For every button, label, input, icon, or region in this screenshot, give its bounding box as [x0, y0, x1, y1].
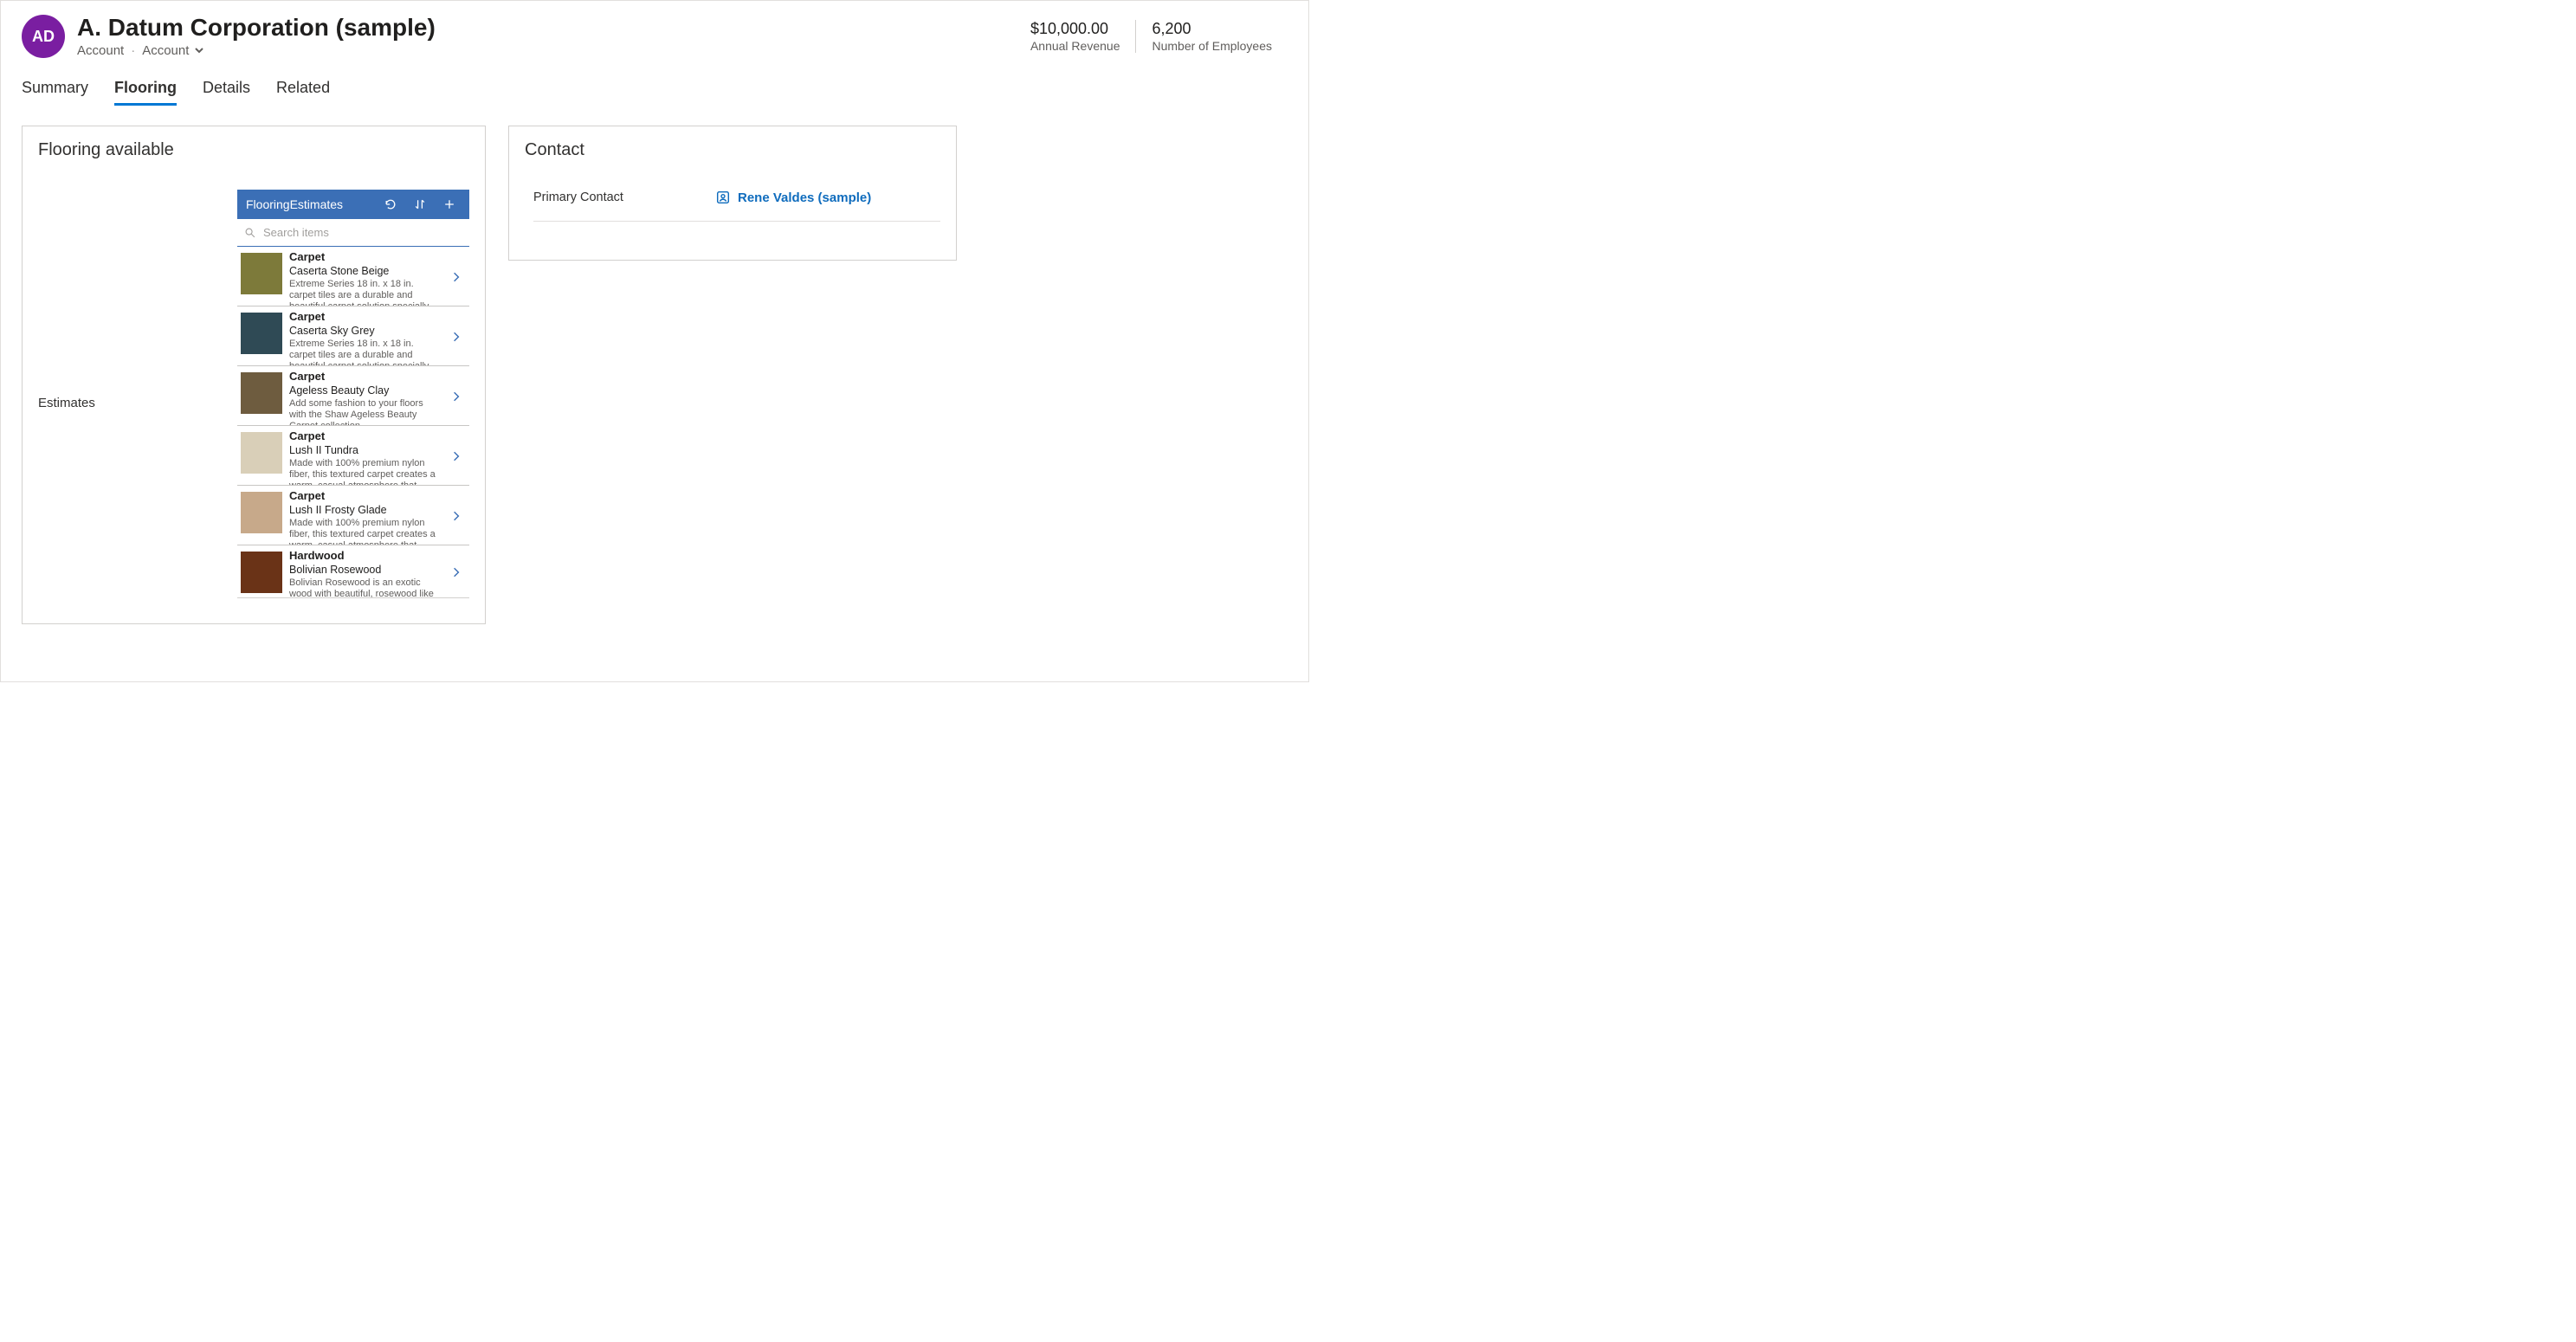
tab-summary[interactable]: Summary [22, 74, 88, 106]
item-category: Carpet [289, 251, 442, 264]
form-selector[interactable]: Account [142, 43, 204, 58]
tab-related[interactable]: Related [276, 74, 330, 106]
list-header: FlooringEstimates [237, 190, 469, 219]
item-category: Carpet [289, 490, 442, 503]
list-item[interactable]: Carpet Lush II Frosty Glade Made with 10… [237, 486, 469, 545]
sort-button[interactable] [409, 193, 431, 216]
item-name: Lush II Tundra [289, 444, 442, 456]
item-text: Carpet Caserta Sky Grey Extreme Series 1… [289, 311, 442, 366]
flooring-card-title: Flooring available [23, 126, 485, 169]
flooring-card: Flooring available Estimates FlooringEst… [22, 126, 486, 624]
flooring-list-panel: FlooringEstimates [237, 190, 469, 598]
item-desc: Bolivian Rosewood is an exotic wood with… [289, 577, 442, 597]
item-chevron [449, 449, 464, 463]
content: Flooring available Estimates FlooringEst… [1, 106, 1308, 624]
chevron-right-icon [452, 565, 461, 579]
item-chevron [449, 330, 464, 344]
stat-number-employees: 6,200 Number of Employees [1135, 20, 1288, 53]
avatar: AD [22, 15, 65, 58]
record-subtitle: Account · Account [77, 43, 436, 58]
item-text: Carpet Lush II Tundra Made with 100% pre… [289, 430, 442, 486]
swatch [241, 372, 282, 414]
add-button[interactable] [438, 193, 461, 216]
refresh-icon [384, 197, 397, 211]
item-chevron [449, 509, 464, 523]
entity-type: Account [77, 43, 124, 58]
item-category: Carpet [289, 311, 442, 324]
record-header: AD A. Datum Corporation (sample) Account… [1, 1, 1308, 67]
item-chevron [449, 390, 464, 403]
item-desc: Extreme Series 18 in. x 18 in. carpet ti… [289, 279, 442, 306]
stat-annual-revenue: $10,000.00 Annual Revenue [1030, 20, 1136, 53]
item-text: Carpet Caserta Stone Beige Extreme Serie… [289, 251, 442, 306]
refresh-button[interactable] [379, 193, 402, 216]
swatch [241, 313, 282, 354]
sort-icon [413, 197, 427, 211]
stat-value: $10,000.00 [1030, 20, 1120, 39]
item-desc: Made with 100% premium nylon fiber, this… [289, 518, 442, 545]
contact-body: Primary Contact Rene Valdes (sample) [509, 169, 956, 222]
item-name: Caserta Stone Beige [289, 265, 442, 277]
item-text: Carpet Lush II Frosty Glade Made with 10… [289, 490, 442, 545]
contact-name: Rene Valdes (sample) [738, 190, 871, 205]
item-chevron [449, 565, 464, 579]
tab-flooring[interactable]: Flooring [114, 74, 177, 106]
item-name: Ageless Beauty Clay [289, 384, 442, 397]
item-text: Carpet Ageless Beauty Clay Add some fash… [289, 371, 442, 426]
list-item[interactable]: Hardwood Bolivian Rosewood Bolivian Rose… [237, 545, 469, 597]
item-text: Hardwood Bolivian Rosewood Bolivian Rose… [289, 550, 442, 597]
swatch [241, 552, 282, 593]
contact-label: Primary Contact [533, 190, 715, 204]
item-name: Bolivian Rosewood [289, 564, 442, 576]
item-category: Carpet [289, 371, 442, 384]
item-name: Lush II Frosty Glade [289, 504, 442, 516]
chevron-right-icon [452, 509, 461, 523]
search-icon [244, 227, 256, 239]
chevron-right-icon [452, 270, 461, 284]
flooring-body: Estimates FlooringEstimates [23, 169, 485, 598]
list-item[interactable]: Carpet Caserta Stone Beige Extreme Serie… [237, 247, 469, 306]
list-item[interactable]: Carpet Caserta Sky Grey Extreme Series 1… [237, 306, 469, 366]
search-row [237, 219, 469, 247]
form-name: Account [142, 43, 189, 58]
chevron-down-icon [194, 45, 204, 55]
item-category: Hardwood [289, 550, 442, 563]
chevron-right-icon [452, 390, 461, 403]
header-left: AD A. Datum Corporation (sample) Account… [22, 15, 436, 58]
item-desc: Extreme Series 18 in. x 18 in. carpet ti… [289, 339, 442, 366]
item-category: Carpet [289, 430, 442, 443]
header-stats: $10,000.00 Annual Revenue 6,200 Number o… [1030, 20, 1288, 53]
swatch [241, 432, 282, 474]
chevron-right-icon [452, 330, 461, 344]
contact-card: Contact Primary Contact Rene Valdes (sam… [508, 126, 957, 261]
plus-icon [442, 197, 456, 211]
list-title: FlooringEstimates [246, 197, 372, 211]
estimates-label: Estimates [38, 190, 237, 598]
separator-dot: · [131, 43, 135, 58]
list-item[interactable]: Carpet Lush II Tundra Made with 100% pre… [237, 426, 469, 486]
list-item[interactable]: Carpet Ageless Beauty Clay Add some fash… [237, 366, 469, 426]
item-desc: Add some fashion to your floors with the… [289, 398, 442, 426]
primary-contact-link[interactable]: Rene Valdes (sample) [715, 190, 871, 205]
title-block: A. Datum Corporation (sample) Account · … [77, 15, 436, 58]
swatch [241, 492, 282, 533]
contact-row: Primary Contact Rene Valdes (sample) [533, 190, 940, 222]
flooring-items: Carpet Caserta Stone Beige Extreme Serie… [237, 247, 469, 598]
item-name: Caserta Sky Grey [289, 325, 442, 337]
contact-card-icon [715, 190, 731, 205]
chevron-right-icon [452, 449, 461, 463]
record-title: A. Datum Corporation (sample) [77, 15, 436, 42]
stat-value: 6,200 [1152, 20, 1272, 39]
search-input[interactable] [261, 225, 462, 240]
stat-label: Number of Employees [1152, 39, 1272, 53]
stat-label: Annual Revenue [1030, 39, 1120, 53]
contact-card-title: Contact [509, 126, 956, 169]
item-chevron [449, 270, 464, 284]
swatch [241, 253, 282, 294]
tab-bar: Summary Flooring Details Related [1, 74, 1308, 106]
item-desc: Made with 100% premium nylon fiber, this… [289, 458, 442, 486]
tab-details[interactable]: Details [203, 74, 250, 106]
